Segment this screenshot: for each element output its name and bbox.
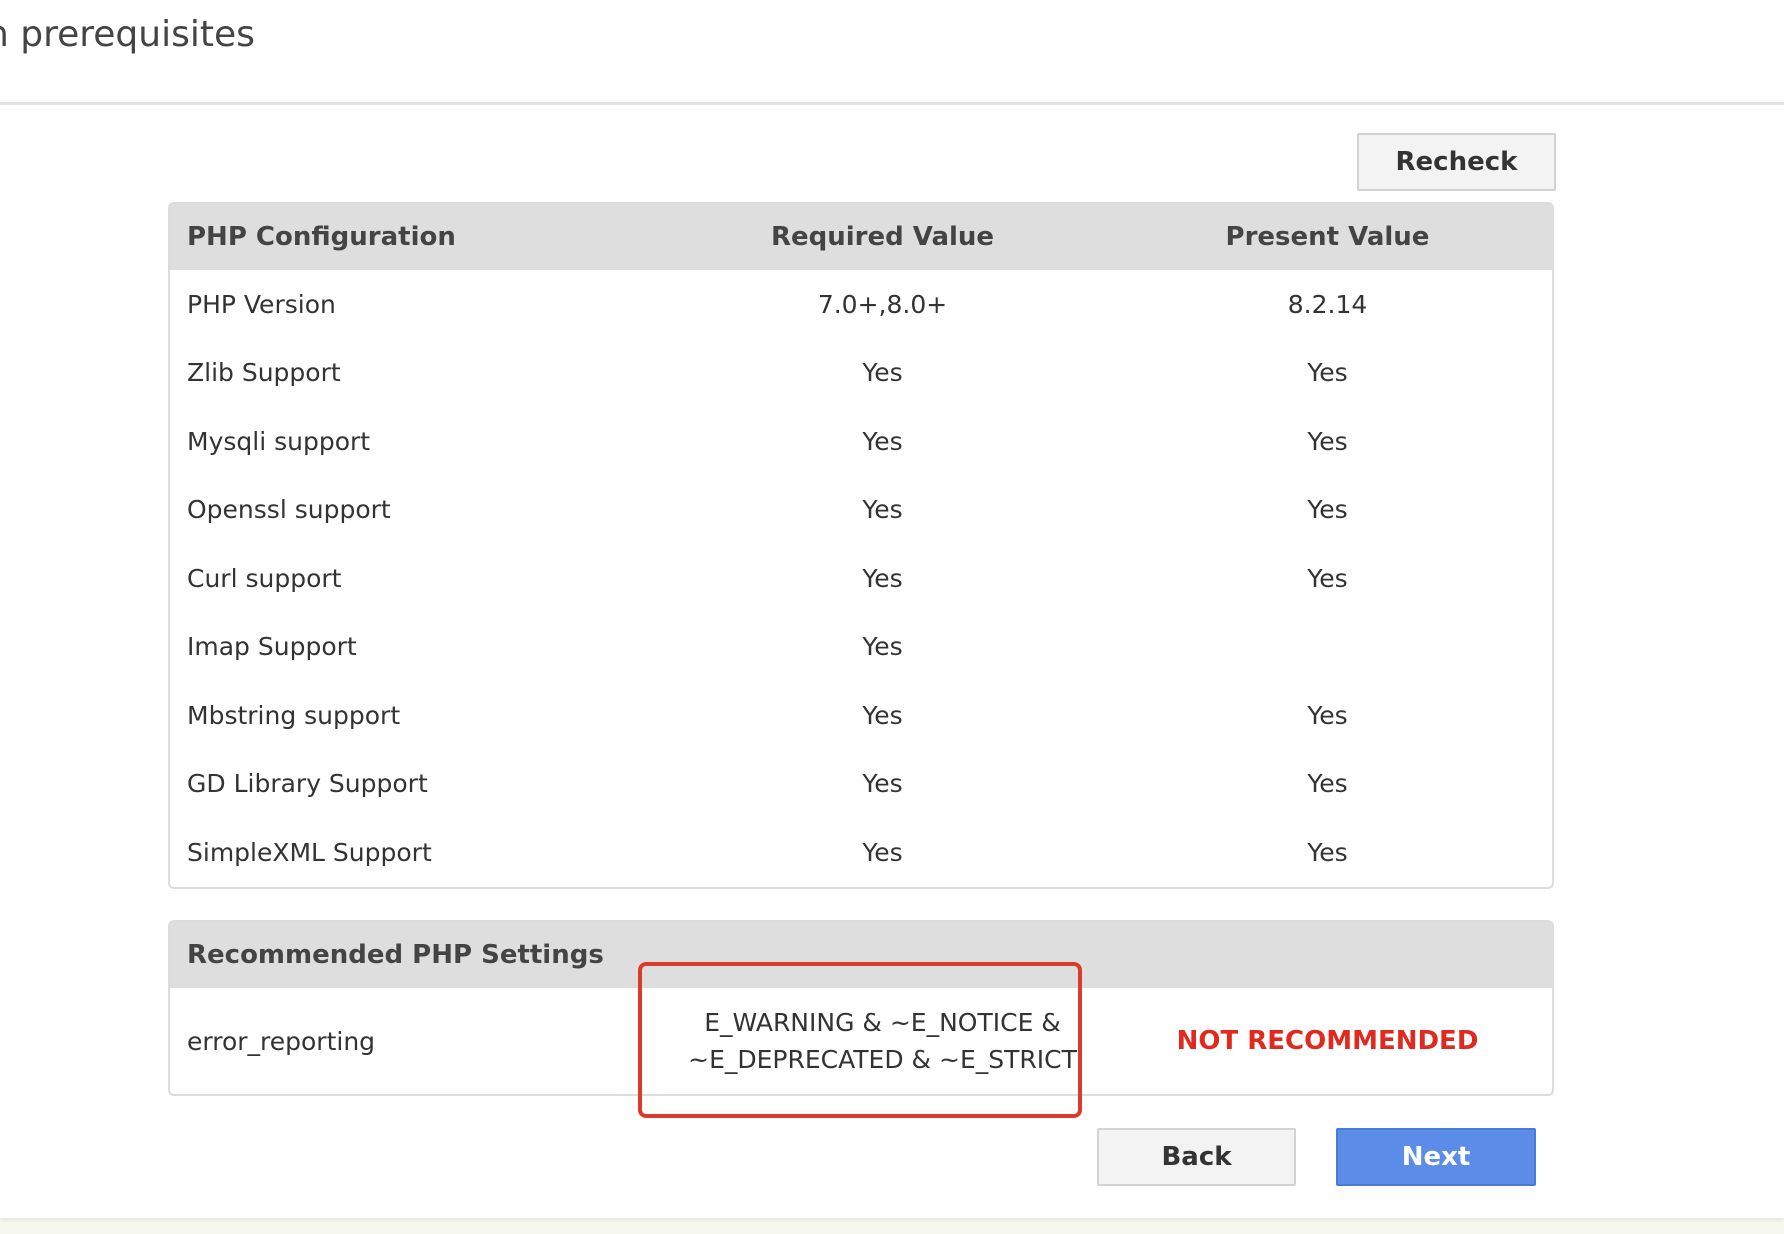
required-value: 7.0+,8.0+ [817,289,948,319]
table-row: Curl support Yes Yes [170,544,1552,613]
required-value: Yes [862,563,903,593]
recommended-value: E_WARNING & ~E_NOTICE & ~E_DEPRECATED & … [662,1004,1103,1078]
required-value: Yes [862,426,903,456]
required-value: Yes [862,769,903,799]
config-name: GD Library Support [187,769,428,799]
required-value: Yes [862,358,903,388]
recheck-button[interactable]: Recheck [1357,133,1556,191]
required-value: Yes [862,495,903,525]
config-name: Zlib Support [187,358,341,388]
table-row: PHP Version 7.0+,8.0+ 8.2.14 [170,270,1552,339]
recommended-value-line-1: E_WARNING & ~E_NOTICE & [704,1008,1061,1037]
table-row: SimpleXML Support Yes Yes [170,818,1552,887]
recommended-header-row: Recommended PHP Settings [170,922,1552,988]
config-name: Mysqli support [187,426,371,456]
config-name: Openssl support [187,495,391,525]
recommended-value-line-2: ~E_DEPRECATED & ~E_STRICT [688,1045,1077,1074]
config-name: PHP Version [187,289,336,319]
present-value: Yes [1307,563,1348,593]
php-configuration-table: PHP Configuration Required Value Present… [168,202,1554,889]
config-name: Mbstring support [187,700,401,730]
required-value: Yes [862,632,903,662]
column-header-present-value: Present Value [1225,222,1430,252]
present-value: Yes [1307,700,1348,730]
table-row: GD Library Support Yes Yes [170,750,1552,819]
present-value: Yes [1307,837,1348,867]
next-button[interactable]: Next [1336,1128,1536,1186]
table-row: Openssl support Yes Yes [170,476,1552,545]
table-row: error_reporting E_WARNING & ~E_NOTICE & … [170,988,1552,1094]
config-name: SimpleXML Support [187,837,432,867]
table-row: Imap Support Yes [170,613,1552,682]
config-name: Curl support [187,563,342,593]
setting-name: error_reporting [187,1026,376,1056]
present-value: Yes [1307,769,1348,799]
present-value: Yes [1307,495,1348,525]
present-value: 8.2.14 [1287,289,1368,319]
table-row: Zlib Support Yes Yes [170,339,1552,408]
column-header-required-value: Required Value [770,222,995,252]
column-header-configuration: PHP Configuration [187,222,456,252]
present-value: Yes [1307,426,1348,456]
page-header: n prerequisites [0,0,1784,105]
page-title: n prerequisites [0,14,255,55]
back-button[interactable]: Back [1097,1128,1296,1186]
page: n prerequisites Recheck PHP Configuratio… [0,0,1784,1218]
table-row: Mysqli support Yes Yes [170,407,1552,476]
required-value: Yes [862,837,903,867]
table-row: Mbstring support Yes Yes [170,681,1552,750]
present-value: Yes [1307,358,1348,388]
recommended-header: Recommended PHP Settings [187,940,604,970]
config-name: Imap Support [187,632,357,662]
required-value: Yes [862,700,903,730]
table-header-row: PHP Configuration Required Value Present… [170,204,1552,270]
recommended-settings-table: Recommended PHP Settings error_reporting… [168,920,1554,1096]
status-badge: NOT RECOMMENDED [1176,1026,1479,1056]
